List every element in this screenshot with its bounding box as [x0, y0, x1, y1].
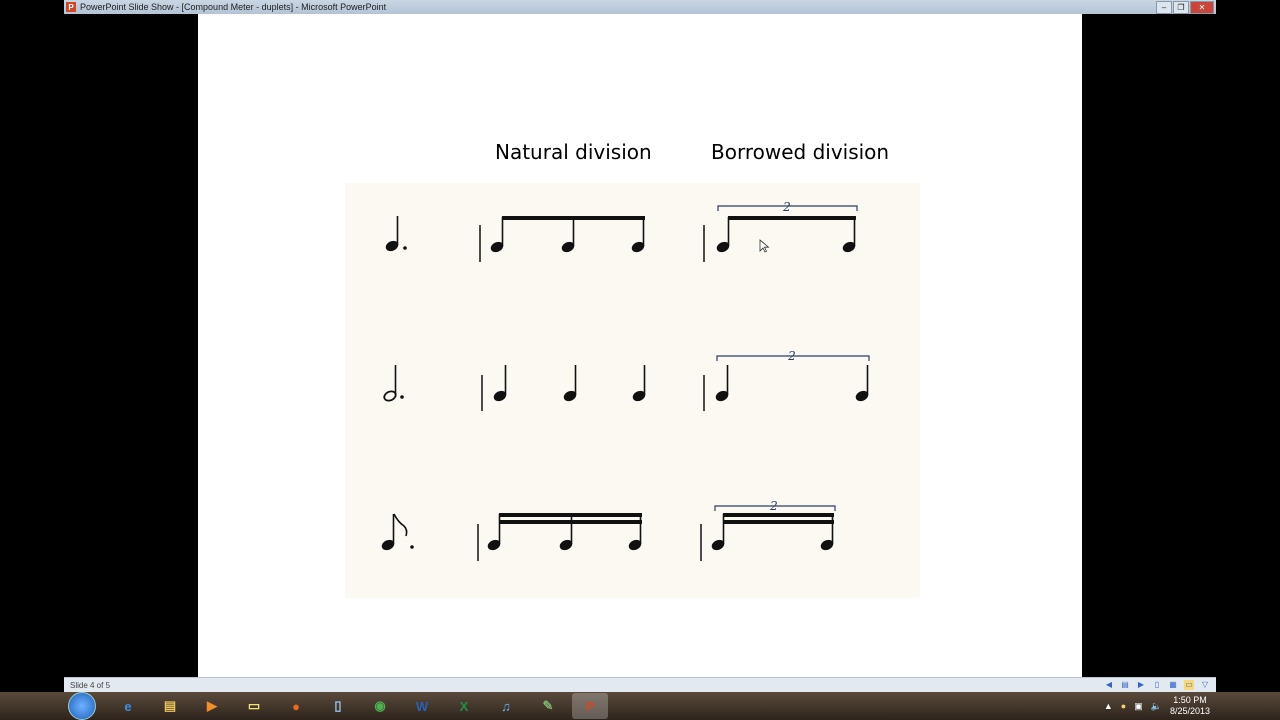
network-icon[interactable]: ▣: [1134, 701, 1143, 712]
slideshow-view-icon[interactable]: ▽: [1200, 680, 1210, 690]
start-button[interactable]: [68, 692, 96, 720]
update-icon[interactable]: ●: [1121, 701, 1126, 711]
show-hidden-icons-icon[interactable]: ▲: [1104, 701, 1113, 711]
tuplet-number-row3: 2: [769, 499, 778, 513]
taskbar-notepad[interactable]: ▯: [320, 693, 356, 719]
beam: [499, 513, 642, 517]
taskbar-excel[interactable]: X: [446, 693, 482, 719]
beam: [502, 216, 645, 220]
normal-view-icon[interactable]: ▯: [1152, 680, 1162, 690]
beam: [723, 520, 834, 524]
augmentation-dot: [410, 545, 414, 549]
taskbar-file-explorer[interactable]: ▤: [152, 693, 188, 719]
beam: [499, 520, 642, 524]
previous-slide-icon[interactable]: ◀: [1104, 680, 1114, 690]
reading-view-icon[interactable]: ▭: [1184, 680, 1194, 690]
volume-icon[interactable]: 🔈: [1151, 701, 1162, 712]
status-bar: Slide 4 of 5 ◀ ▤ ▶ ▯ ▦ ▭ ▽: [64, 677, 1216, 693]
tuplet-number-row2: 2: [787, 349, 796, 363]
system-tray: ▲ ● ▣ 🔈 1:50 PM 8/25/2013: [1104, 692, 1210, 720]
clock[interactable]: 1:50 PM 8/25/2013: [1170, 695, 1210, 717]
taskbar-utility[interactable]: ✎: [530, 693, 566, 719]
eighth-flag: [393, 513, 408, 537]
clock-time: 1:50 PM: [1173, 695, 1207, 705]
slide-counter: Slide 4 of 5: [70, 681, 111, 690]
mouse-cursor-icon: [759, 239, 770, 253]
tuplet-number-row1: 2: [782, 200, 791, 214]
augmentation-dot: [400, 395, 404, 399]
beam: [723, 513, 834, 517]
taskbar-word[interactable]: W: [404, 693, 440, 719]
taskbar-media-player[interactable]: ▶: [194, 693, 230, 719]
rhythm-notation: 2 2 2: [381, 200, 870, 561]
augmentation-dot: [403, 246, 407, 250]
taskbar-internet-explorer[interactable]: e: [110, 693, 146, 719]
taskbar: e ▤ ▶ ▭ ● ▯ ◉ W X ♫ ✎ P ▲ ● ▣ 🔈 1:50 PM 8/25/2013: [0, 692, 1280, 720]
menu-icon[interactable]: ▤: [1120, 680, 1130, 690]
clock-date: 8/25/2013: [1169, 706, 1210, 716]
taskbar-itunes[interactable]: ♫: [488, 693, 524, 719]
slide-sorter-icon[interactable]: ▦: [1168, 680, 1178, 690]
taskbar-firefox[interactable]: ●: [278, 693, 314, 719]
taskbar-powerpoint[interactable]: P: [572, 693, 608, 719]
taskbar-sticky-notes[interactable]: ▭: [236, 693, 272, 719]
next-slide-icon[interactable]: ▶: [1136, 680, 1146, 690]
taskbar-chrome[interactable]: ◉: [362, 693, 398, 719]
beam: [728, 216, 856, 220]
